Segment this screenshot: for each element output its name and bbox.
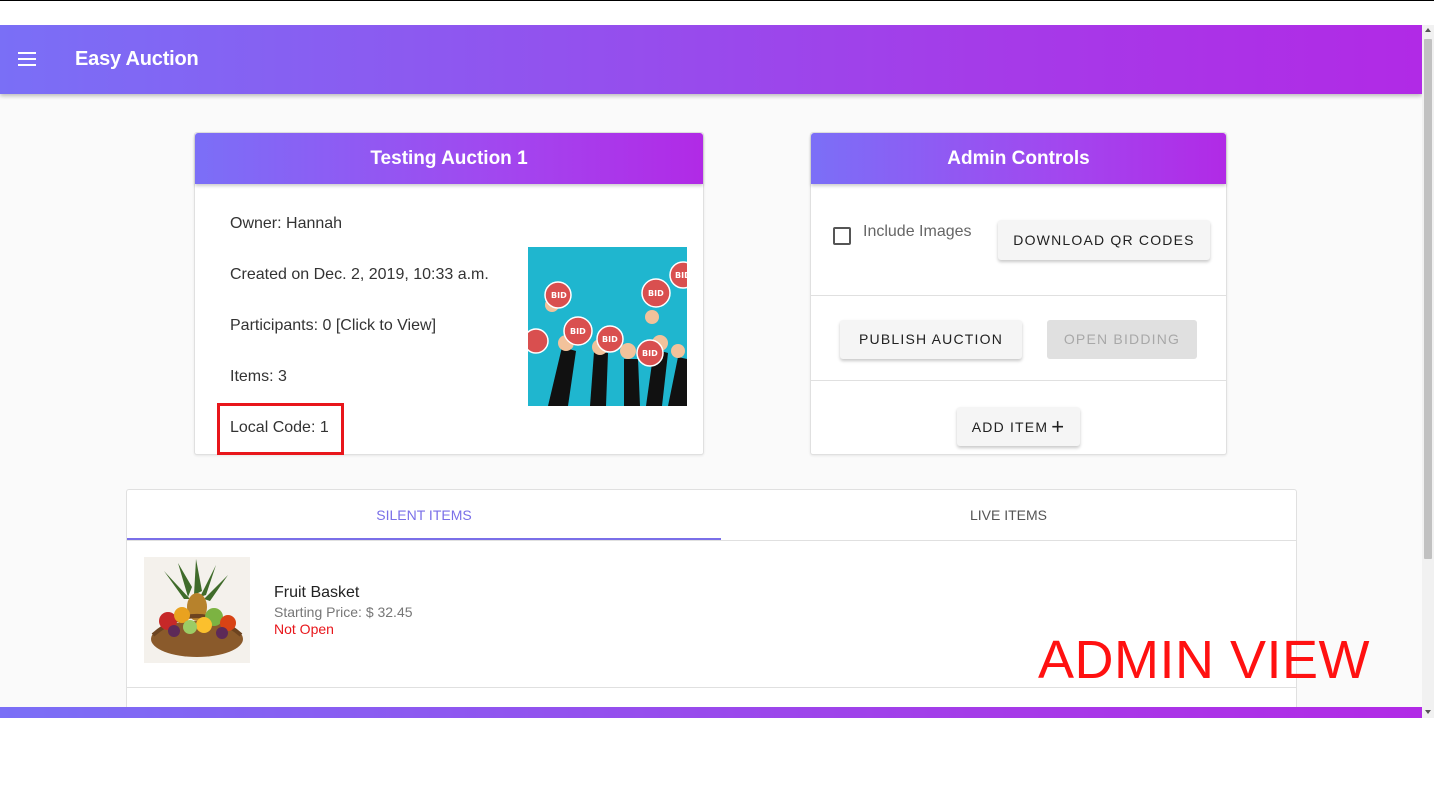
app-title: Easy Auction xyxy=(75,48,199,70)
add-item-label: ADD ITEM xyxy=(971,419,1049,435)
publish-auction-button[interactable]: PUBLISH AUCTION xyxy=(840,320,1022,359)
tab-silent-items[interactable]: SILENT ITEMS xyxy=(127,490,721,540)
item-name[interactable]: Fruit Basket xyxy=(274,584,359,602)
participants-link[interactable]: Participants: 0 [Click to View] xyxy=(230,317,436,335)
auction-owner: Owner: Hannah xyxy=(230,215,343,232)
tab-live-items[interactable]: LIVE ITEMS xyxy=(721,490,1296,540)
scroll-down-icon[interactable] xyxy=(1425,710,1431,714)
page-viewport: Easy Auction Testing Auction 1 Owner: Ha… xyxy=(0,25,1422,718)
auction-card: Testing Auction 1 Owner: Hannah Created … xyxy=(194,132,704,455)
scroll-thumb[interactable] xyxy=(1424,39,1432,559)
svg-text:BID: BID xyxy=(570,327,586,336)
auction-created-date: Created on Dec. 2, 2019, 10:33 a.m. xyxy=(230,266,489,283)
auction-title: Testing Auction 1 xyxy=(195,133,703,184)
admin-view-annotation: ADMIN VIEW xyxy=(1038,630,1371,690)
svg-text:BID: BID xyxy=(551,291,567,300)
open-bidding-button[interactable]: OPEN BIDDING xyxy=(1047,320,1197,359)
fruit-basket-image[interactable] xyxy=(144,557,250,663)
local-code-highlight xyxy=(217,403,344,455)
app-bar: Easy Auction xyxy=(0,25,1422,94)
admin-controls-card: Admin Controls Include Images DOWNLOAD Q… xyxy=(810,132,1227,455)
scroll-up-icon[interactable] xyxy=(1425,28,1431,32)
admin-divider xyxy=(811,295,1226,296)
svg-text:BID: BID xyxy=(675,271,687,280)
include-images-label[interactable]: Include Images xyxy=(863,223,972,241)
svg-text:BID: BID xyxy=(602,335,618,344)
item-starting-price: Starting Price: $ 32.45 xyxy=(274,604,413,620)
admin-divider xyxy=(811,380,1226,381)
footer-bar xyxy=(0,707,1422,718)
auction-item-count: Items: 3 xyxy=(230,368,287,385)
auction-image: BID BID BID BID BID BID xyxy=(528,247,687,406)
include-images-checkbox[interactable] xyxy=(833,227,851,245)
item-status: Not Open xyxy=(274,621,334,637)
add-item-button[interactable]: ADD ITEM + xyxy=(957,407,1080,446)
menu-icon[interactable] xyxy=(18,52,36,66)
download-qr-codes-button[interactable]: DOWNLOAD QR CODES xyxy=(998,220,1210,260)
svg-text:BID: BID xyxy=(642,349,658,358)
window-top-border xyxy=(0,0,1434,1)
vertical-scrollbar[interactable] xyxy=(1422,25,1434,718)
svg-text:BID: BID xyxy=(648,289,664,298)
tab-divider xyxy=(127,540,1296,541)
plus-icon: + xyxy=(1051,414,1066,439)
admin-controls-title: Admin Controls xyxy=(811,133,1226,184)
